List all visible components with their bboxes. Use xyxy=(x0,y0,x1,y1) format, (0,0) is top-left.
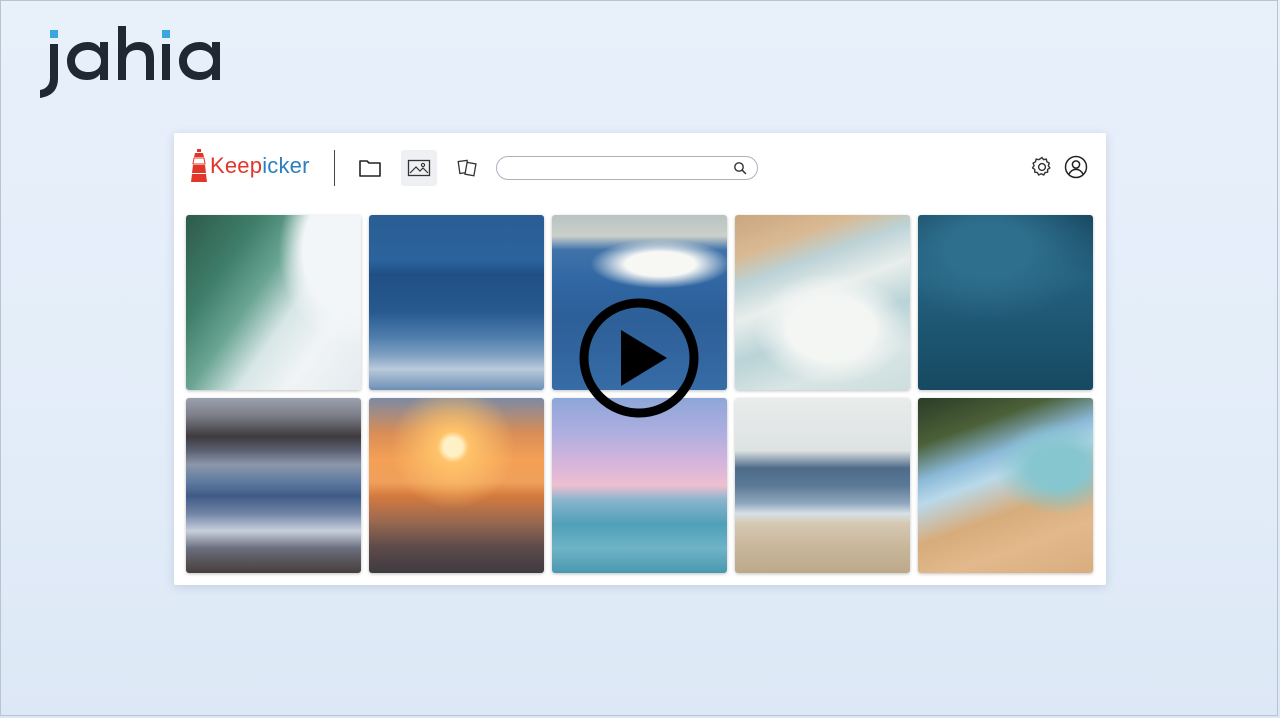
gallery-tile[interactable] xyxy=(735,215,910,390)
jahia-logo: jahia xyxy=(36,8,236,100)
keepicker-wordmark: Keepicker xyxy=(210,153,310,178)
gallery-tile[interactable] xyxy=(552,398,727,573)
gear-icon xyxy=(1031,156,1051,176)
lighthouse-icon xyxy=(191,149,207,182)
gallery-tile[interactable] xyxy=(369,215,544,390)
play-button[interactable] xyxy=(579,298,699,418)
images-button[interactable] xyxy=(401,150,437,186)
account-button[interactable] xyxy=(1064,155,1088,183)
play-icon xyxy=(579,298,699,418)
gallery-tile[interactable] xyxy=(186,398,361,573)
search-input[interactable] xyxy=(507,159,731,179)
folder-icon xyxy=(359,160,381,177)
gallery-tile[interactable] xyxy=(918,215,1093,390)
search-icon[interactable] xyxy=(733,161,747,175)
gallery-tile[interactable] xyxy=(369,398,544,573)
folders-button[interactable] xyxy=(352,150,388,186)
gallery-tile[interactable] xyxy=(186,215,361,390)
user-circle-icon xyxy=(1064,155,1088,179)
keepicker-logo[interactable]: Keepicker xyxy=(190,147,310,185)
app-header: Keepicker xyxy=(174,133,1106,203)
image-icon xyxy=(407,159,431,177)
documents-button[interactable] xyxy=(450,150,486,186)
search-box[interactable] xyxy=(496,156,758,180)
documents-icon xyxy=(457,159,477,177)
gallery-tile[interactable] xyxy=(735,398,910,573)
header-divider xyxy=(334,150,335,186)
gallery-tile[interactable] xyxy=(918,398,1093,573)
settings-button[interactable] xyxy=(1030,155,1054,183)
